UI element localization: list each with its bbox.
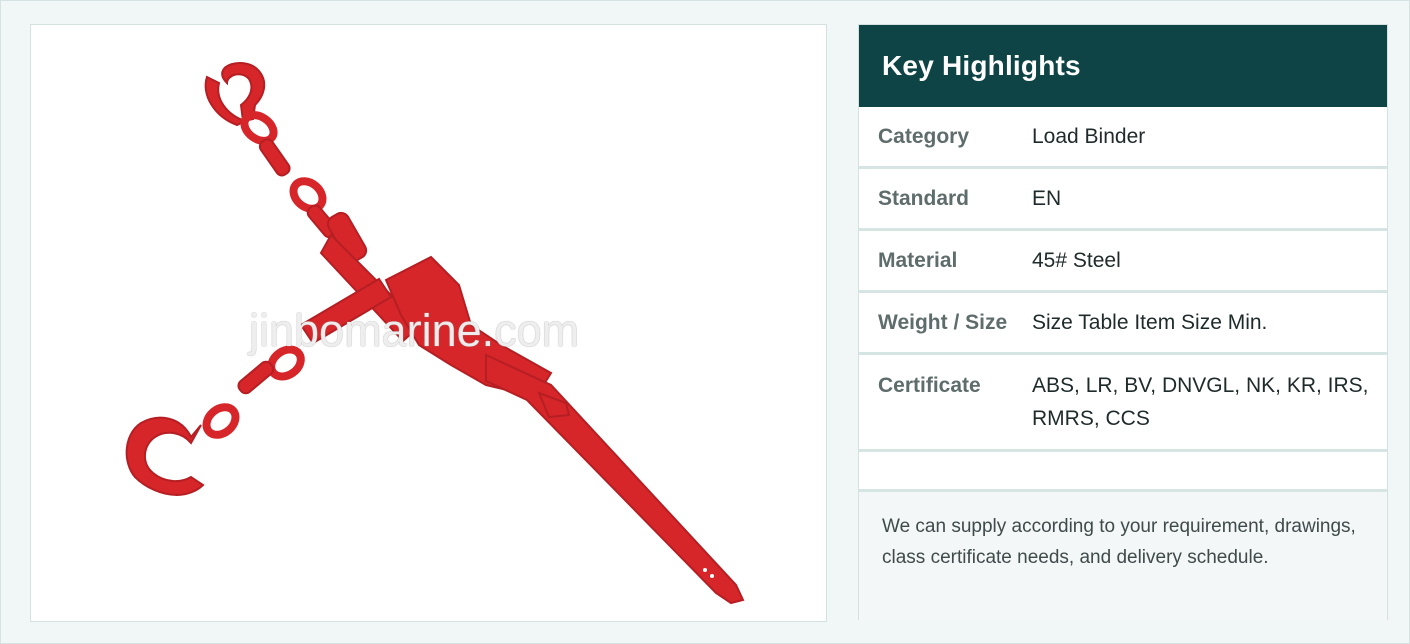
spec-label: Standard (878, 186, 970, 210)
spec-row-category: Category Load Binder (859, 107, 1387, 169)
spec-value: Load Binder (1032, 125, 1146, 148)
spec-row-standard: Standard EN (859, 169, 1387, 231)
spec-value: ABS, LR, BV, DNVGL, NK, KR, IRS, RMRS, C… (1032, 374, 1369, 430)
spec-row-empty (859, 452, 1387, 492)
spec-label: Category (878, 124, 970, 148)
spec-label: Weight / Size (878, 310, 1008, 334)
spec-label: Material (878, 248, 958, 272)
watermark-text: jinbomarine.com (249, 305, 580, 356)
highlights-header: Key Highlights (859, 25, 1387, 107)
spec-value: Size Table Item Size Min. (1032, 311, 1268, 334)
spec-row-material: Material 45# Steel (859, 231, 1387, 293)
spec-row-weight-size: Weight / Size Size Table Item Size Min. (859, 293, 1387, 355)
spec-value: 45# Steel (1032, 249, 1121, 272)
key-highlights-panel: Key Highlights Category Load Binder Stan… (858, 24, 1388, 622)
spec-label: Certificate (878, 374, 981, 397)
highlights-title: Key Highlights (882, 50, 1081, 81)
spec-value: EN (1032, 187, 1062, 210)
product-image-panel: jinbomarine.com (30, 24, 827, 622)
supply-note: We can supply according to your requirem… (859, 492, 1387, 622)
spec-row-certificate: Certificate ABS, LR, BV, DNVGL, NK, KR, … (859, 355, 1387, 452)
